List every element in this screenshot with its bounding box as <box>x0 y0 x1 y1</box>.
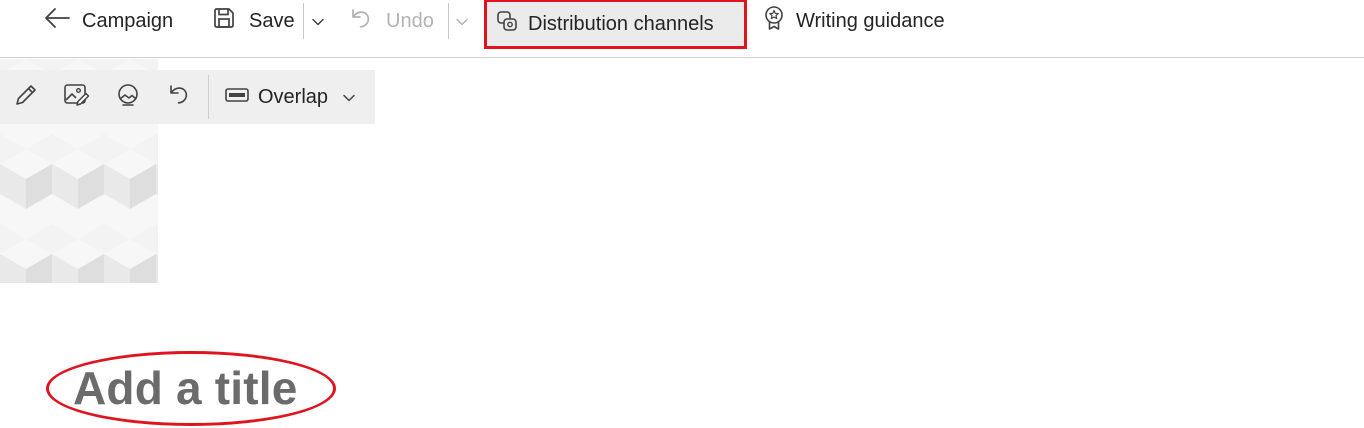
distribution-channels-button[interactable]: Distribution channels <box>484 0 747 49</box>
layout-banner-icon <box>225 86 249 109</box>
layout-label: Overlap <box>258 85 329 108</box>
distribution-icon <box>496 10 518 38</box>
image-toolbar: Overlap <box>0 70 375 124</box>
undo-label: Undo <box>386 9 434 32</box>
back-to-campaign-button[interactable]: Campaign <box>44 0 173 42</box>
save-label: Save <box>249 9 295 32</box>
undo-button[interactable]: Undo <box>349 0 434 42</box>
edit-image-button[interactable] <box>0 70 51 124</box>
save-icon <box>212 6 236 36</box>
title-input[interactable]: Add a title <box>73 361 298 415</box>
pencil-icon <box>13 82 39 113</box>
layout-dropdown[interactable]: Overlap <box>216 70 356 124</box>
back-label: Campaign <box>82 9 174 32</box>
undo-icon <box>349 6 373 36</box>
guidance-label: Writing guidance <box>796 9 945 32</box>
divider <box>303 3 304 39</box>
undo-options-dropdown[interactable] <box>452 0 472 42</box>
chevron-down-icon <box>455 10 469 33</box>
title-area: Add a title <box>46 351 336 426</box>
distribution-label: Distribution channels <box>528 12 714 35</box>
arrow-left-icon <box>44 7 70 35</box>
undo-icon <box>166 82 192 113</box>
save-options-dropdown[interactable] <box>308 0 328 42</box>
command-bar: Campaign Save Undo Distribution channels… <box>0 0 1364 58</box>
chevron-down-icon <box>311 10 325 33</box>
reset-image-button[interactable] <box>153 70 204 124</box>
chevron-down-icon <box>342 86 356 109</box>
focal-point-button[interactable] <box>102 70 153 124</box>
image-edit-icon <box>63 82 91 113</box>
ribbon-award-icon <box>763 5 785 37</box>
change-image-button[interactable] <box>51 70 102 124</box>
divider <box>448 3 449 39</box>
toolbar-divider <box>208 75 209 119</box>
writing-guidance-button[interactable]: Writing guidance <box>763 0 945 42</box>
save-button[interactable]: Save <box>212 0 295 42</box>
page-editor: Campaign Save Undo Distribution channels… <box>0 0 1364 428</box>
image-focus-icon <box>115 82 141 113</box>
